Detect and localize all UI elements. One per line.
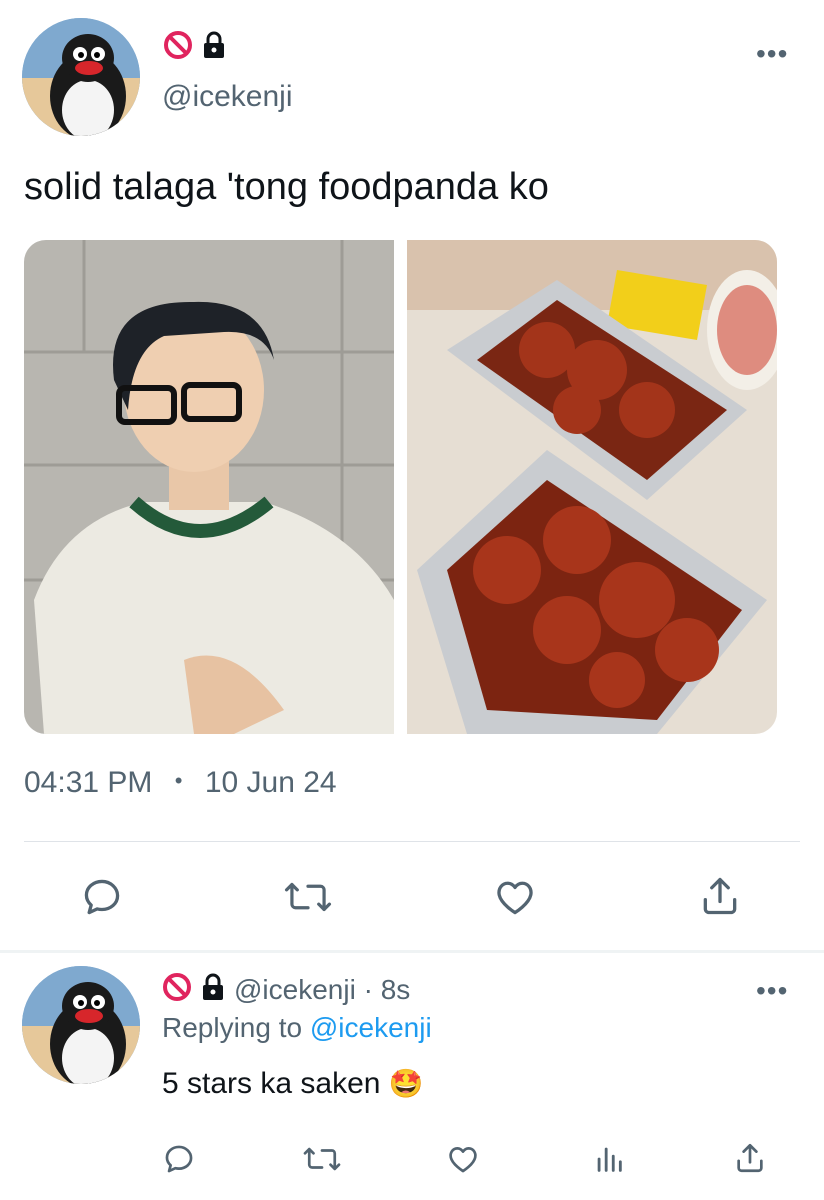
lock-icon [201, 30, 227, 65]
tweet-time[interactable]: 04:31 PM [24, 766, 152, 799]
reply-more-options-button[interactable]: ••• [756, 975, 788, 1007]
tweet-text: solid talaga 'tong foodpanda ko [24, 166, 549, 208]
reply-share-button[interactable] [733, 1140, 767, 1181]
reply-avatar[interactable] [22, 966, 140, 1084]
reply-like-button[interactable] [445, 1142, 481, 1181]
star-struck-emoji: 🤩 [388, 1068, 424, 1099]
reply-time[interactable]: 8s [381, 974, 411, 1005]
no-entry-icon [162, 972, 192, 1007]
reply-analytics-button[interactable] [592, 1142, 626, 1181]
food-photo-image [407, 240, 777, 734]
like-icon [449, 1147, 477, 1173]
lock-icon [200, 972, 226, 1007]
tweet-meta: 04:31 PM • 10 Jun 24 [24, 766, 337, 800]
replying-to-label: Replying to [162, 1012, 310, 1043]
reply-reply-button[interactable] [162, 1142, 196, 1181]
author-handle[interactable]: @icekenji [162, 80, 293, 114]
share-icon [737, 1143, 763, 1173]
badges [163, 30, 227, 65]
reply-time-separator: · [355, 973, 381, 1005]
replying-to-line: Replying to @icekenji [162, 1012, 432, 1044]
more-options-button[interactable]: ••• [756, 38, 788, 70]
share-button[interactable] [698, 873, 742, 924]
retweet-icon [284, 882, 332, 912]
reply-header: @icekenji · 8s [162, 972, 410, 1007]
penguin-avatar-image [22, 966, 140, 1084]
retweet-icon [303, 1147, 341, 1171]
reply-icon [165, 1145, 193, 1173]
section-divider [0, 950, 824, 953]
person-photo-image [24, 240, 394, 734]
meta-separator: • [174, 768, 183, 793]
reply-icon [84, 879, 120, 915]
reply-retweet-button[interactable] [302, 1142, 342, 1181]
analytics-icon [597, 1147, 622, 1172]
media-photo-person[interactable] [24, 240, 394, 734]
tweet-date[interactable]: 10 Jun 24 [205, 766, 337, 799]
reply-button[interactable] [80, 875, 124, 924]
reply-text-line: 5 stars ka saken 🤩 [162, 1067, 424, 1101]
penguin-avatar-image [22, 18, 140, 136]
retweet-button[interactable] [283, 875, 333, 924]
reply-author-handle[interactable]: @icekenji [234, 974, 356, 1005]
divider [24, 841, 800, 842]
media-photo-food[interactable] [407, 240, 777, 734]
reply-text: 5 stars ka saken [162, 1067, 381, 1100]
no-entry-icon [163, 30, 193, 65]
replying-to-handle-link[interactable]: @icekenji [310, 1012, 432, 1043]
share-icon [703, 877, 737, 915]
like-icon [497, 881, 533, 915]
like-button[interactable] [492, 875, 538, 924]
avatar[interactable] [22, 18, 140, 136]
